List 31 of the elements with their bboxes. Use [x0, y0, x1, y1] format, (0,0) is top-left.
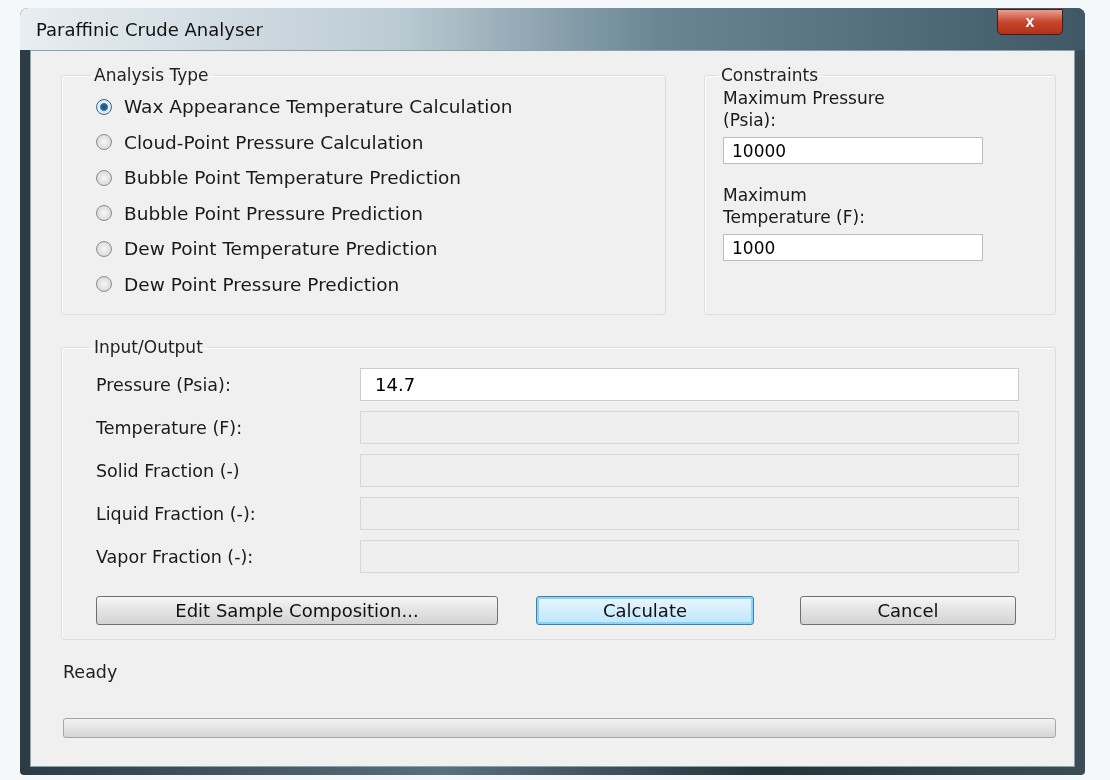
radio-button[interactable] [96, 205, 112, 222]
field-label: Pressure (Psia): [96, 374, 232, 395]
field-label: Liquid Fraction (-): [96, 503, 257, 524]
status-text: Ready [63, 662, 119, 682]
input-field[interactable]: 14.7 [360, 368, 1019, 401]
group-title: Constraints [720, 65, 819, 85]
input-field[interactable]: 10000 [723, 137, 983, 164]
radio-label[interactable]: Dew Point Temperature Prediction [124, 238, 438, 260]
group-title: Analysis Type [93, 65, 210, 85]
radio-label[interactable]: Bubble Point Temperature Prediction [124, 167, 462, 189]
window-title: Paraffinic Crude Analyser [36, 18, 263, 40]
radio-button[interactable] [96, 240, 112, 257]
group-title: Input/Output [93, 337, 204, 357]
dialog-button[interactable]: Cancel [800, 596, 1016, 625]
dialog-button[interactable]: Edit Sample Composition... [96, 596, 498, 625]
field-label: Maximum Pressure (Psia): [723, 87, 886, 131]
radio-button[interactable] [96, 134, 112, 151]
radio-button[interactable] [96, 98, 112, 115]
radio-button[interactable] [96, 169, 112, 186]
radio-label[interactable]: Cloud-Point Pressure Calculation [124, 131, 424, 153]
close-button[interactable]: x [997, 9, 1063, 35]
radio-button[interactable] [96, 276, 112, 293]
radio-label[interactable]: Wax Appearance Temperature Calculation [124, 96, 513, 118]
dialog-button[interactable]: Calculate [536, 596, 754, 625]
field-label: Maximum Temperature (F): [723, 184, 866, 228]
radio-label[interactable]: Bubble Point Pressure Prediction [124, 202, 423, 224]
field-label: Solid Fraction (-) [96, 460, 241, 481]
input-field[interactable]: 1000 [723, 234, 983, 261]
field-label: Temperature (F): [96, 417, 244, 438]
field-label: Vapor Fraction (-): [96, 546, 255, 567]
radio-label[interactable]: Dew Point Pressure Prediction [124, 273, 400, 295]
